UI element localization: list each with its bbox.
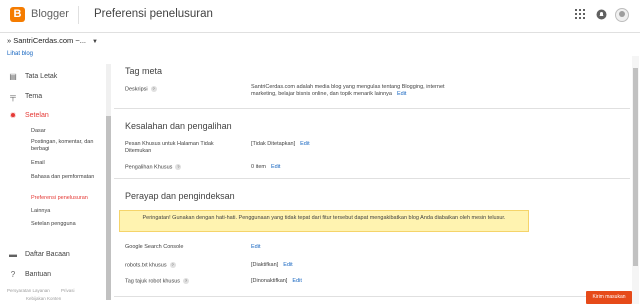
send-feedback-button[interactable]: Kirim masukan [586, 291, 632, 304]
reading-list-icon: ▬ [9, 250, 17, 259]
robots-tags-text: [Dinonaktifkan] [251, 278, 288, 284]
description-text: SantriCerdas.com adalah media blog yang … [251, 84, 445, 97]
sidebar-subitem-basic[interactable]: Dasar [31, 128, 106, 135]
edit-redirect-link[interactable]: Edit [271, 164, 280, 170]
section-divider [114, 296, 630, 297]
robots-txt-label-text: robots.txt khusus [125, 262, 167, 269]
gear-icon: ✹ [9, 111, 17, 120]
description-label-text: Deskripsi [125, 86, 148, 93]
redirect-text: 0 item [251, 164, 266, 170]
sidebar-item-label: Daftar Bacaan [25, 251, 70, 258]
edit-robots-tags-link[interactable]: Edit [292, 278, 301, 284]
warning-banner: Peringatan! Gunakan dengan hati-hati. Pe… [119, 210, 529, 232]
sidebar-item-reading-list[interactable]: ▬ Daftar Bacaan [0, 250, 104, 264]
sidebar-subitem-posts[interactable]: Postingan, komentar, dan berbagi [31, 139, 106, 153]
robots-tags-label: Tag tajuk robot khusus? [125, 278, 190, 285]
edit-description-link[interactable]: Edit [397, 91, 406, 97]
edit-not-found-link[interactable]: Edit [300, 141, 309, 147]
robots-txt-value: [Diaktifkan] Edit [251, 262, 293, 269]
section-title-meta: Tag meta [125, 66, 163, 76]
sidebar-item-theme[interactable]: ╤ Tema [0, 92, 104, 106]
help-icon[interactable]: ? [175, 164, 182, 170]
section-title-crawl: Perayap dan pengindeksan [125, 191, 235, 201]
sidebar-item-layout[interactable]: ▤ Tata Letak [0, 72, 104, 86]
sidebar-item-help[interactable]: ? Bantuan [0, 270, 104, 284]
redirect-label: Pengalihan Khusus? [125, 164, 182, 171]
sidebar-item-label: Tema [25, 93, 43, 100]
sidebar-subitem-email[interactable]: Email [31, 160, 106, 167]
section-divider [114, 178, 630, 179]
account-avatar[interactable] [615, 8, 629, 22]
top-app-bar: B Blogger Preferensi penelusuran [0, 0, 640, 33]
sidebar-item-label: Setelan [25, 112, 49, 119]
apps-grid-icon [575, 9, 585, 19]
not-found-text: [Tidak Ditetapkan] [251, 141, 296, 147]
apps-icon[interactable] [574, 9, 586, 21]
section-title-errors: Kesalahan dan pengalihan [125, 121, 232, 131]
page-title: Preferensi penelusuran [94, 8, 213, 20]
sidebar-scrollbar[interactable] [106, 64, 111, 300]
sidebar-subitem-language[interactable]: Bahasa dan pemformatan [31, 174, 106, 181]
blogger-logo-icon[interactable]: B [10, 7, 25, 22]
robots-tags-value: [Dinonaktifkan] Edit [251, 278, 302, 285]
robots-txt-label: robots.txt khusus? [125, 262, 176, 269]
paint-roller-icon: ╤ [10, 92, 16, 101]
blog-selector[interactable]: » SantriCerdas.com ~... ▼ [7, 36, 98, 45]
sidebar-item-label: Tata Letak [25, 73, 58, 80]
help-icon[interactable]: ? [150, 86, 157, 92]
sidebar-subitem-other[interactable]: Lainnya [31, 208, 106, 215]
not-found-value: [Tidak Ditetapkan] Edit [251, 141, 310, 148]
help-icon[interactable]: ? [183, 278, 190, 284]
layout-icon: ▤ [9, 72, 17, 81]
brand-name[interactable]: Blogger [31, 8, 69, 20]
main-scrollbar[interactable] [632, 56, 639, 304]
sidebar-subitem-search-preferences[interactable]: Preferensi penelusuran [31, 195, 106, 202]
help-icon: ? [10, 270, 16, 279]
main-content: Tag meta Deskripsi? SantriCerdas.com ada… [114, 56, 630, 304]
description-value: SantriCerdas.com adalah media blog yang … [251, 84, 456, 98]
sidebar: ▤ Tata Letak ╤ Tema ✹ Setelan Dasar Post… [0, 64, 112, 304]
content-policy-link[interactable]: Kebijakan Konten [26, 296, 61, 301]
main-scrollbar-thumb[interactable] [633, 68, 638, 266]
edit-robots-txt-link[interactable]: Edit [283, 262, 292, 268]
not-found-label: Pesan Khusus untuk Halaman Tidak Ditemuk… [125, 141, 214, 154]
section-divider [114, 108, 630, 109]
redirect-value: 0 item Edit [251, 164, 280, 171]
blog-name: » SantriCerdas.com ~... [7, 36, 86, 45]
sidebar-subitem-user-settings[interactable]: Setelan pengguna [31, 221, 106, 228]
terms-link[interactable]: Persyaratan Layanan [7, 288, 50, 293]
sidebar-item-settings[interactable]: ✹ Setelan [0, 111, 104, 125]
description-label: Deskripsi? [125, 86, 157, 93]
edit-search-console-link[interactable]: Edit [251, 244, 260, 250]
view-blog-link[interactable]: Lihat blog [7, 51, 33, 57]
sidebar-item-label: Bantuan [25, 271, 52, 278]
redirect-label-text: Pengalihan Khusus [125, 164, 173, 171]
robots-tags-label-text: Tag tajuk robot khusus [125, 278, 181, 285]
header-divider [78, 6, 79, 24]
chevron-down-icon: ▼ [92, 39, 98, 45]
privacy-link[interactable]: Privasi [61, 288, 75, 293]
bell-icon [596, 9, 606, 20]
robots-txt-text: [Diaktifkan] [251, 262, 279, 268]
search-console-label: Google Search Console [125, 244, 184, 250]
search-console-edit-link: Edit [246, 244, 260, 251]
footer-links-row1: Persyaratan Layanan Privasi [7, 288, 75, 293]
sidebar-scrollbar-thumb[interactable] [106, 116, 111, 300]
help-icon[interactable]: ? [169, 262, 176, 268]
notifications-icon[interactable] [595, 9, 607, 21]
